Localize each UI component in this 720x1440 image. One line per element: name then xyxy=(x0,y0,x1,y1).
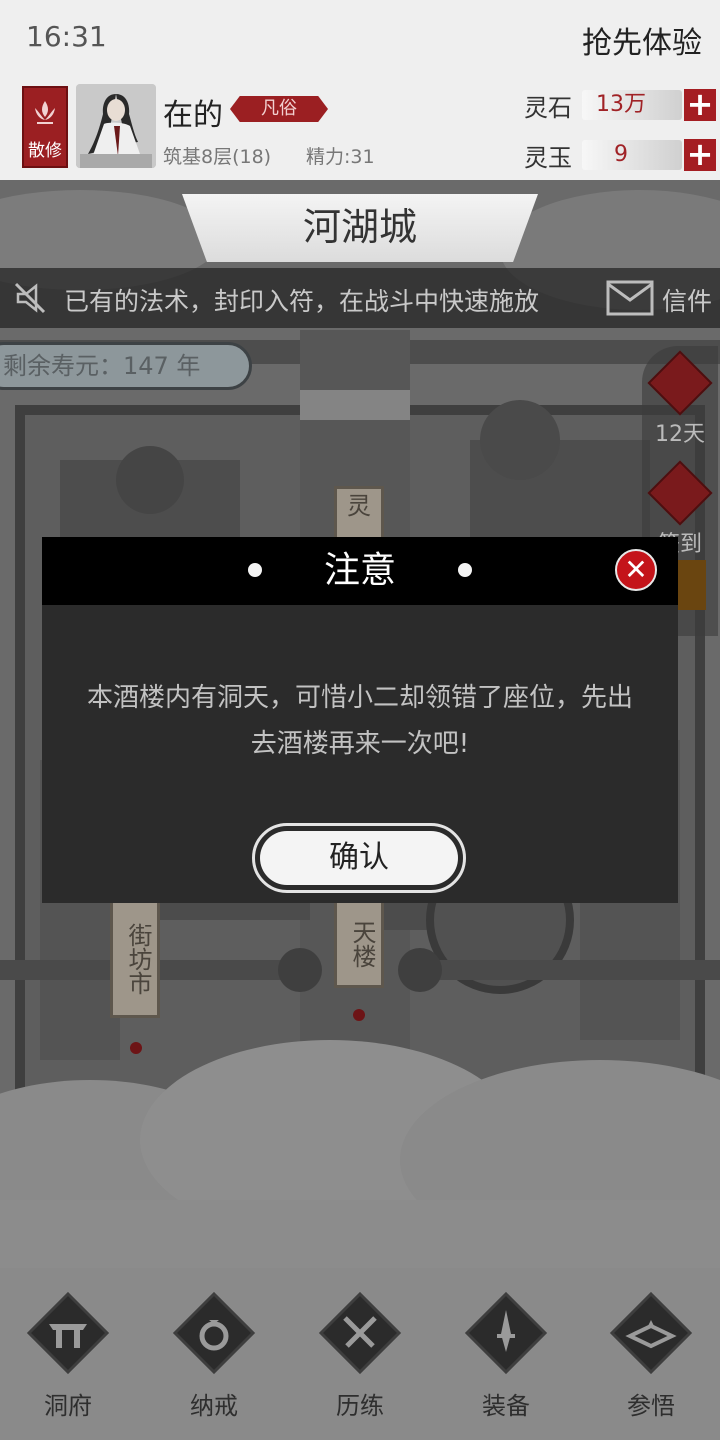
currency-label: 灵石 xyxy=(524,94,572,122)
player-name: 在的 xyxy=(163,98,223,133)
nav-item-ring[interactable]: 纳戒 xyxy=(159,1290,269,1421)
dagger-icon xyxy=(464,1291,548,1375)
nav-item-equipment[interactable]: 装备 xyxy=(451,1290,561,1421)
swords-icon xyxy=(318,1291,402,1375)
spirit-jade-currency: 灵玉 9 + xyxy=(524,138,716,172)
spirit-stone-currency: 灵石 13万 + xyxy=(524,88,716,122)
confirm-button-frame: 确认 xyxy=(252,823,466,893)
nav-label: 参悟 xyxy=(627,1392,675,1420)
button-ornament xyxy=(458,563,472,577)
mute-speaker-icon xyxy=(14,282,46,314)
lifespan-pill: 剩余寿元：147 年 xyxy=(0,342,252,390)
status-bar: 16:31 抢先体验 xyxy=(0,0,720,76)
nav-label: 纳戒 xyxy=(190,1392,238,1420)
close-dialog-button[interactable]: ✕ xyxy=(615,549,657,591)
close-icon: ✕ xyxy=(624,553,648,586)
sect-badge[interactable]: 散修 xyxy=(22,86,68,168)
token-icon xyxy=(647,350,713,416)
dialog-title: 注意 xyxy=(323,550,396,591)
nav-item-insight[interactable]: 参悟 xyxy=(596,1290,706,1421)
notice-bar[interactable]: 已有的法术，封印入符，在战斗中快速施放 信件 xyxy=(0,268,720,328)
bottom-nav: 洞府 纳戒 历练 装备 参悟 xyxy=(0,1268,720,1440)
map-marker-dot[interactable] xyxy=(353,1009,365,1021)
nav-label: 洞府 xyxy=(44,1392,92,1420)
avatar-portrait-icon xyxy=(76,84,156,168)
button-ornament xyxy=(248,563,262,577)
sect-label: 散修 xyxy=(28,141,62,161)
add-spirit-stone-button[interactable]: + xyxy=(684,88,716,121)
gift-icon[interactable] xyxy=(676,560,706,610)
stamina-value: 精力:31 xyxy=(306,146,375,168)
book-icon xyxy=(609,1291,693,1375)
lotus-icon xyxy=(35,101,55,124)
nav-label: 历练 xyxy=(336,1392,384,1420)
city-name-banner: 河湖城 xyxy=(182,194,538,262)
side-item-label: 12天 xyxy=(655,422,705,447)
confirm-button[interactable]: 确认 xyxy=(260,831,458,885)
mail-label[interactable]: 信件 xyxy=(662,282,712,318)
rank-badge: 凡俗 xyxy=(230,96,328,122)
notice-dialog: 注意 ✕ 本酒楼内有洞天，可惜小二却领错了座位，先出去酒楼再来一次吧! 确认 xyxy=(42,537,678,903)
notice-text: 已有的法术，封印入符，在战斗中快速施放 xyxy=(64,287,540,316)
dialog-message: 本酒楼内有洞天，可惜小二却领错了座位，先出去酒楼再来一次吧! xyxy=(86,683,633,759)
map-location-market[interactable]: 街坊市 xyxy=(110,898,160,1018)
cloud-overlay xyxy=(0,1040,720,1268)
sign-in-icon xyxy=(647,460,713,526)
early-access-label[interactable]: 抢先体验 xyxy=(582,18,702,62)
currency-value: 13万 xyxy=(582,90,682,120)
avatar[interactable] xyxy=(76,84,156,168)
cave-icon xyxy=(26,1291,110,1375)
player-header: 散修 在的 凡俗 筑基8层(18) 精力:31 灵石 13万 + 灵玉 9 + xyxy=(0,76,720,180)
nav-item-cave[interactable]: 洞府 xyxy=(13,1290,123,1421)
clock: 16:31 xyxy=(26,20,107,53)
currency-label: 灵玉 xyxy=(524,144,572,172)
ring-icon xyxy=(172,1291,256,1375)
currency-value: 9 xyxy=(582,140,682,170)
mail-icon[interactable] xyxy=(606,280,654,316)
add-spirit-jade-button[interactable]: + xyxy=(684,138,716,171)
dialog-header: 注意 ✕ xyxy=(42,537,678,605)
nav-label: 装备 xyxy=(482,1392,530,1420)
side-item-token[interactable]: 12天 xyxy=(647,350,713,448)
realm-level: 筑基8层(18) xyxy=(163,146,272,168)
map-location-tower[interactable]: 天楼 xyxy=(334,898,384,988)
nav-item-training[interactable]: 历练 xyxy=(305,1290,415,1421)
